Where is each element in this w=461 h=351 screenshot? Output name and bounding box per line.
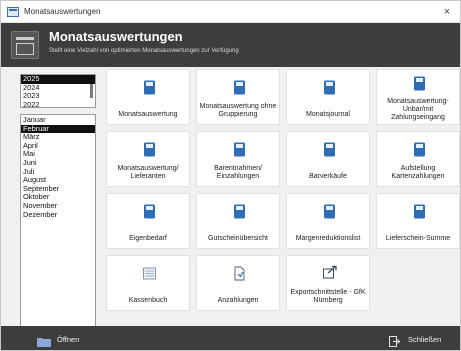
tile-barverkaeufe[interactable]: Barverkäufe [286, 131, 370, 187]
folder-icon [37, 334, 51, 347]
tile-label: Kassenbuch [128, 297, 168, 304]
year-item[interactable]: 2022 [21, 100, 95, 107]
report-icon [233, 204, 246, 219]
report-icon [323, 142, 336, 157]
monatsauswertungen-window: Monatsauswertungen × Monatsauswertungen … [0, 0, 461, 351]
tile-kassenbuch[interactable]: Kassenbuch [106, 255, 190, 311]
close-button[interactable]: × [440, 5, 454, 19]
month-item[interactable]: Dezember [21, 210, 95, 220]
tile-label: Monatsauswertung ohne Gruppierung [199, 103, 277, 118]
year-list[interactable]: 2025 2024 2023 2022 [20, 74, 96, 108]
header-subtitle: Stellt eine Vielzahl von optimierten Mon… [49, 48, 239, 54]
report-icon [413, 204, 426, 219]
tile-label: Eigenbedarf [129, 235, 167, 242]
report-icon [323, 204, 336, 219]
tile-monatsauswertung-lieferanten[interactable]: Monatsauswertung/ Lieferanten [106, 131, 190, 187]
report-icon [143, 80, 156, 95]
report-icon [233, 80, 246, 95]
tile-monatsjournal[interactable]: Monatsjournal [286, 69, 370, 125]
exit-icon [389, 334, 401, 347]
report-icon [143, 142, 156, 157]
header-title: Monatsauswertungen [49, 29, 183, 44]
cashbook-icon [143, 266, 156, 281]
tile-monatsauswertung[interactable]: Monatsauswertung [106, 69, 190, 125]
tile-label: Lieferschein-Summe [385, 235, 451, 242]
tile-margenreduktionslist[interactable]: Margenreduktionslist [286, 193, 370, 249]
header-band: Monatsauswertungen Stellt eine Vielzahl … [1, 23, 460, 67]
calendar-icon [11, 31, 39, 59]
tile-exportschnittstelle-gfk[interactable]: Exportschnittstelle - GfK Nürnberg [286, 255, 370, 311]
open-label: Öffnen [57, 334, 80, 344]
tile-label: Barentnahmen/ Einzahlungen [214, 165, 262, 180]
footer-bar: Öffnen Schließen [1, 326, 460, 350]
tile-lieferschein-summe[interactable]: Lieferschein-Summe [376, 193, 460, 249]
report-icon [413, 142, 426, 157]
month-list[interactable]: Januar Februar März April Mai Juni Juli … [20, 114, 96, 330]
app-icon [7, 6, 19, 17]
export-icon [323, 264, 338, 279]
title-bar: Monatsauswertungen × [1, 1, 460, 23]
exit-label: Schließen [408, 334, 442, 344]
window-title: Monatsauswertungen [24, 7, 101, 16]
deposit-icon [233, 266, 246, 281]
tile-aufstellung-kartenzahlungen[interactable]: Aufstellung Kartenzahlungen [376, 131, 460, 187]
report-icon [413, 76, 426, 91]
tile-label: Margenreduktionslist [295, 235, 361, 242]
tile-label: Monatsauswertung/ Lieferanten [117, 165, 179, 180]
tile-label: Monatsjournal [306, 111, 350, 118]
tile-anzahlungen[interactable]: Anzahlungen [196, 255, 280, 311]
tile-label: Monatsauswertung [118, 111, 178, 118]
tile-label: Exportschnittstelle - GfK Nürnberg [290, 289, 366, 304]
report-icon [143, 204, 156, 219]
tile-label: Gutscheinübersicht [208, 235, 268, 242]
tile-label: Aufstellung Kartenzahlungen [391, 165, 445, 180]
tile-label: Anzahlungen [217, 297, 259, 304]
tile-monatsauswertung-unbar[interactable]: Monatsauswertung- Unbar/mit Zahlungseing… [376, 69, 460, 125]
tile-monatsauswertung-ohne-gruppierung[interactable]: Monatsauswertung ohne Gruppierung [196, 69, 280, 125]
tile-label: Barverkäufe [309, 173, 347, 180]
exit-button[interactable]: Schließen [389, 331, 441, 347]
report-icon [233, 142, 246, 157]
year-scrollbar[interactable] [90, 84, 93, 98]
tile-gutscheinuebersicht[interactable]: Gutscheinübersicht [196, 193, 280, 249]
tile-label: Monatsauswertung- Unbar/mit Zahlungseing… [387, 98, 449, 121]
report-icon [323, 80, 336, 95]
tile-barentnahmen-einzahlungen[interactable]: Barentnahmen/ Einzahlungen [196, 131, 280, 187]
open-button[interactable]: Öffnen [37, 331, 79, 347]
tile-eigenbedarf[interactable]: Eigenbedarf [106, 193, 190, 249]
